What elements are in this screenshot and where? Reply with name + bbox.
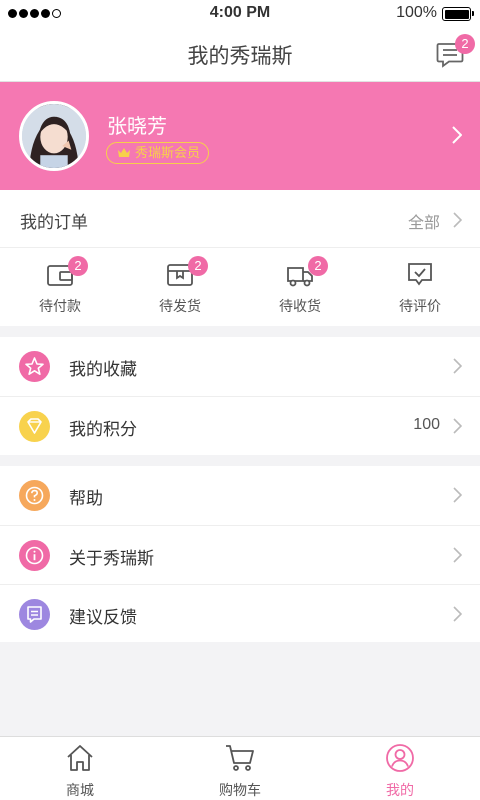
chevron-right-icon <box>453 606 462 622</box>
order-pending-review[interactable]: 待评价 <box>360 262 480 318</box>
menu-item-label: 建议反馈 <box>69 608 137 628</box>
order-pending-receipt[interactable]: 2 待收货 <box>240 256 360 318</box>
membership-label: 秀瑞斯会员 <box>135 145 201 161</box>
order-badge: 2 <box>188 256 208 276</box>
profile-card[interactable]: 张晓芳 秀瑞斯会员 <box>0 82 480 190</box>
tab-label: 购物车 <box>219 783 261 799</box>
view-all-orders-link[interactable]: 全部 <box>408 209 440 233</box>
chevron-right-icon <box>453 547 462 563</box>
home-icon <box>67 745 93 771</box>
chevron-right-icon <box>453 212 462 228</box>
orders-title: 我的订单 <box>20 213 88 233</box>
orders-section: 我的订单 全部 2 待付款 2 待发货 2 待收货 待评价 <box>0 190 480 326</box>
chevron-right-icon <box>452 126 462 144</box>
menu-item-favorites[interactable]: 我的收藏 <box>0 337 480 396</box>
menu-item-label: 我的收藏 <box>69 360 137 380</box>
review-icon <box>408 263 432 286</box>
avatar-image <box>22 104 86 168</box>
menu-item-label: 帮助 <box>69 489 103 509</box>
menu-item-about[interactable]: 关于秀瑞斯 <box>0 525 480 584</box>
tab-bar: 商城 购物车 我的 <box>0 736 480 800</box>
battery-icon <box>442 7 474 21</box>
star-icon <box>19 351 50 382</box>
order-label: 待发货 <box>159 299 201 315</box>
menu-group-support: 帮助 关于秀瑞斯 建议反馈 <box>0 466 480 642</box>
feedback-icon <box>19 599 50 630</box>
chevron-right-icon <box>453 418 462 434</box>
order-badge: 2 <box>68 256 88 276</box>
order-label: 待评价 <box>399 299 441 315</box>
membership-badge: 秀瑞斯会员 <box>106 142 210 164</box>
nav-bar: 我的秀瑞斯 2 <box>0 28 480 82</box>
diamond-icon <box>19 411 50 442</box>
menu-group-favorites-points: 我的收藏 我的积分 100 <box>0 337 480 455</box>
tab-mine[interactable]: 我的 <box>320 737 480 800</box>
user-icon <box>386 744 414 772</box>
tab-label: 我的 <box>386 783 414 799</box>
menu-item-feedback[interactable]: 建议反馈 <box>0 584 480 643</box>
menu-item-points[interactable]: 我的积分 100 <box>0 396 480 455</box>
tab-cart[interactable]: 购物车 <box>160 737 320 800</box>
page-title: 我的秀瑞斯 <box>187 44 293 68</box>
username: 张晓芳 <box>107 114 167 138</box>
order-label: 待付款 <box>39 299 81 315</box>
battery-percentage: 100% <box>396 4 437 21</box>
points-value: 100 <box>413 416 440 433</box>
order-label: 待收货 <box>279 299 321 315</box>
messages-button[interactable]: 2 <box>436 34 475 70</box>
crown-icon <box>118 148 130 157</box>
status-bar: 4:00 PM 100% <box>0 0 480 28</box>
tab-mall[interactable]: 商城 <box>0 737 160 800</box>
order-badge: 2 <box>308 256 328 276</box>
chevron-right-icon <box>453 358 462 374</box>
chevron-right-icon <box>453 487 462 503</box>
cart-icon <box>226 745 254 771</box>
message-badge: 2 <box>455 34 475 54</box>
order-pending-payment[interactable]: 2 待付款 <box>0 256 120 318</box>
menu-item-help[interactable]: 帮助 <box>0 466 480 525</box>
help-icon <box>19 480 50 511</box>
menu-item-label: 我的积分 <box>69 420 137 440</box>
orders-header[interactable]: 我的订单 全部 <box>0 190 480 248</box>
menu-item-label: 关于秀瑞斯 <box>69 549 154 569</box>
tab-label: 商城 <box>66 783 94 799</box>
order-pending-shipment[interactable]: 2 待发货 <box>120 256 240 318</box>
info-icon <box>19 540 50 571</box>
avatar[interactable] <box>19 101 89 171</box>
